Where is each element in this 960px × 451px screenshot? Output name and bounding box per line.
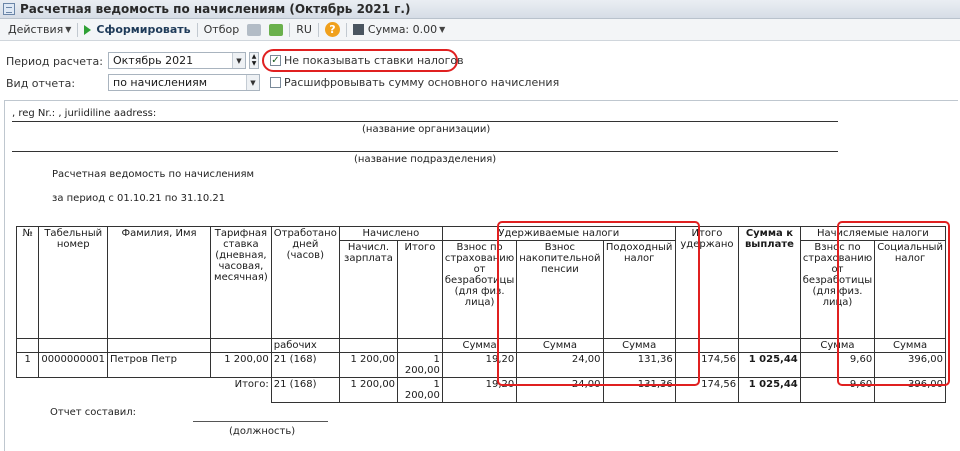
language-button[interactable]: RU [292, 20, 316, 40]
blank-cell [38, 338, 109, 353]
settings-button[interactable] [243, 20, 265, 40]
report-period: за период с 01.10.21 по 31.10.21 [52, 193, 226, 204]
col-accrued-salary: Начисл. зарплата [338, 240, 399, 339]
toolbar-separator [289, 22, 291, 37]
blank-cell [738, 338, 801, 353]
signature-line [193, 421, 328, 422]
report-title: Расчетная ведомость по начислениям [52, 169, 255, 180]
org-line: , reg Nr.: , juriidiline aadress: [12, 108, 157, 119]
toolbar-separator [317, 22, 319, 37]
filter-button[interactable]: Отбор [200, 20, 244, 40]
calculator-icon [352, 24, 364, 35]
chevron-down-icon[interactable]: ▼ [246, 75, 259, 90]
generate-label: Сформировать [96, 23, 191, 36]
period-spinner[interactable]: ▲ ▼ [249, 52, 259, 69]
row-worked: 21 (168) [270, 352, 340, 378]
toolbar-separator [196, 22, 198, 37]
row-no: 1 [15, 352, 40, 378]
row-name: Петров Петр [107, 352, 211, 378]
totals-salary: 1 200,00 [338, 377, 399, 403]
export-button[interactable] [265, 20, 287, 40]
position-caption: (должность) [229, 426, 296, 437]
blank-cell [17, 378, 39, 403]
row-rate: 1 200,00 [210, 352, 272, 378]
blank-cell [107, 338, 211, 353]
totals-label: Итого: [234, 379, 269, 390]
help-icon: ? [324, 22, 340, 37]
window-titlebar: Расчетная ведомость по начислениям (Октя… [0, 0, 960, 19]
blank-cell [210, 338, 272, 353]
totals-to-pay: 1 025,44 [738, 377, 801, 403]
play-icon [84, 24, 92, 35]
chevron-down-icon: ▼ [439, 25, 446, 34]
hide-tax-rates-label: Не показывать ставки налогов [284, 54, 464, 67]
blank-cell [15, 338, 40, 353]
blank-cell [108, 378, 211, 403]
compiled-label: Отчет составил: [50, 407, 136, 418]
totals-worked: 21 (168) [270, 377, 340, 403]
org-caption: (название организации) [362, 124, 491, 135]
export-icon [269, 23, 284, 36]
period-select[interactable]: Октябрь 2021 ▼ [108, 52, 246, 69]
payroll-table: № Табельный номер Фамилия, Имя Тарифная … [15, 226, 947, 403]
col-accrued-total: Итого [397, 240, 443, 339]
row-salary: 1 200,00 [338, 352, 399, 378]
totals-total: 1 200,00 [397, 377, 443, 403]
hide-tax-rates-checkbox[interactable]: ✓ [270, 55, 281, 66]
withheld-taxes-highlight [497, 221, 700, 386]
col-to-pay: Сумма к выплате [738, 226, 801, 339]
col-worked: Отработано дней (часов) [270, 226, 340, 339]
col-name: Фамилия, Имя [107, 226, 211, 339]
actions-menu[interactable]: Действия ▼ [4, 20, 75, 40]
blank-cell [39, 378, 108, 403]
actions-label: Действия [8, 23, 64, 36]
chevron-down-icon: ▼ [65, 25, 72, 34]
decode-main-accrual-label: Расшифровывать сумму основного начислени… [284, 76, 560, 89]
blank-cell [397, 338, 443, 353]
sum-button[interactable]: Сумма: 0.00 ▼ [349, 20, 449, 40]
table-header-row: № Табельный номер Фамилия, Имя Тарифная … [15, 226, 947, 339]
report-type-label: Вид отчета: [6, 77, 76, 90]
table-units-row: рабочих Сумма Сумма Сумма Сумма Сумма [15, 338, 946, 353]
col-accrued: Начислено [338, 226, 443, 241]
dept-underline [12, 151, 838, 152]
report-icon [3, 3, 15, 15]
toolbar-separator [345, 22, 347, 37]
row-to-pay: 1 025,44 [738, 352, 801, 378]
settings-icon [247, 23, 262, 36]
toolbar: Действия ▼ Сформировать Отбор RU ? Сумма:… [0, 19, 960, 41]
dept-caption: (название подразделения) [354, 154, 497, 165]
charged-taxes-highlight [837, 221, 950, 386]
row-tab-no: 0000000001 [38, 352, 109, 378]
worked-units: рабочих [270, 338, 340, 353]
toolbar-separator [77, 22, 79, 37]
language-label: RU [296, 23, 312, 36]
blank-cell [338, 338, 399, 353]
col-tab-no: Табельный номер [38, 226, 109, 339]
table-row: 1 0000000001 Петров Петр 1 200,00 21 (16… [15, 352, 946, 378]
decode-main-accrual-checkbox[interactable] [270, 77, 281, 88]
sum-label: Сумма: 0.00 [367, 23, 438, 36]
table-totals-row: Итого: 21 (168) 1 200,00 1 200,00 19,20 … [17, 377, 946, 403]
org-underline [12, 121, 838, 122]
report-type-value: по начислениям [113, 76, 208, 89]
period-value: Октябрь 2021 [113, 54, 194, 67]
window-title: Расчетная ведомость по начислениям (Октя… [20, 2, 411, 16]
chevron-down-icon[interactable]: ▼ [232, 53, 245, 68]
report-type-select[interactable]: по начислениям ▼ [108, 74, 260, 91]
row-total: 1 200,00 [397, 352, 443, 378]
col-rate: Тарифная ставка (дневная, часовая, месяч… [210, 226, 272, 339]
period-label: Период расчета: [6, 55, 103, 68]
generate-button[interactable]: Сформировать [80, 20, 194, 40]
help-button[interactable]: ? [321, 20, 344, 40]
filter-label: Отбор [203, 23, 240, 36]
col-no: № [15, 226, 40, 339]
